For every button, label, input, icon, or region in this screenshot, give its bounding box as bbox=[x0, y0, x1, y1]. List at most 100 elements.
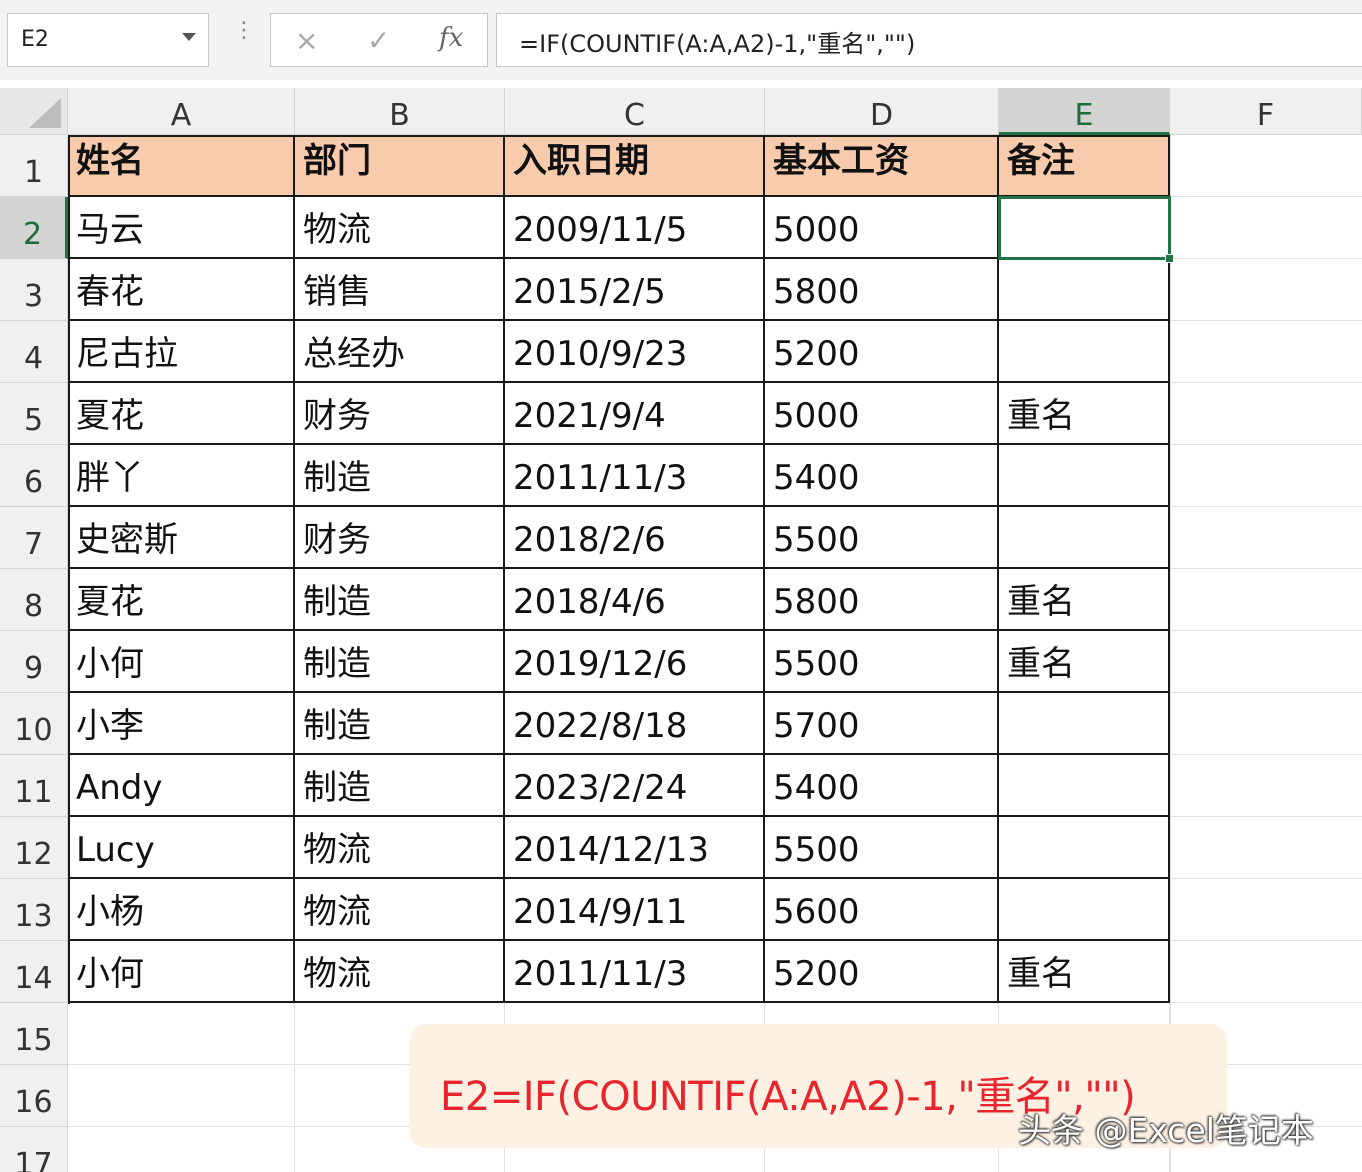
table-cell[interactable]: 制造 bbox=[295, 755, 505, 817]
row-header-17[interactable]: 17 bbox=[0, 1127, 68, 1172]
table-cell[interactable] bbox=[999, 693, 1170, 755]
table-cell[interactable]: 物流 bbox=[295, 817, 505, 879]
table-cell[interactable] bbox=[999, 445, 1170, 507]
table-cell[interactable]: 物流 bbox=[295, 197, 505, 259]
table-cell[interactable]: 史密斯 bbox=[68, 507, 295, 569]
table-cell[interactable]: 5000 bbox=[765, 383, 999, 445]
table-cell[interactable]: 2018/2/6 bbox=[505, 507, 765, 569]
name-box[interactable]: E2 bbox=[7, 13, 209, 67]
table-cell[interactable]: 小李 bbox=[68, 693, 295, 755]
table-cell[interactable]: 5500 bbox=[765, 507, 999, 569]
table-cell[interactable]: 制造 bbox=[295, 569, 505, 631]
table-cell[interactable]: 夏花 bbox=[68, 569, 295, 631]
table-cell[interactable]: 2009/11/5 bbox=[505, 197, 765, 259]
table-cell[interactable]: Andy bbox=[68, 755, 295, 817]
column-header-b[interactable]: B bbox=[295, 88, 505, 135]
table-cell[interactable]: 5700 bbox=[765, 693, 999, 755]
table-cell[interactable]: 财务 bbox=[295, 507, 505, 569]
table-cell[interactable]: 马云 bbox=[68, 197, 295, 259]
table-cell[interactable]: 胖丫 bbox=[68, 445, 295, 507]
insert-function-icon[interactable]: fx bbox=[439, 23, 463, 53]
row-header-6[interactable]: 6 bbox=[0, 445, 68, 507]
row-header-14[interactable]: 14 bbox=[0, 941, 68, 1003]
header-cell[interactable]: 姓名 bbox=[68, 135, 295, 197]
row-header-8[interactable]: 8 bbox=[0, 569, 68, 631]
table-cell[interactable]: 5000 bbox=[765, 197, 999, 259]
table-cell[interactable]: 5500 bbox=[765, 631, 999, 693]
table-cell[interactable]: 小何 bbox=[68, 631, 295, 693]
table-cell[interactable]: 制造 bbox=[295, 693, 505, 755]
column-header-e[interactable]: E bbox=[999, 88, 1170, 135]
table-cell[interactable]: 5800 bbox=[765, 569, 999, 631]
table-cell[interactable]: 5400 bbox=[765, 755, 999, 817]
column-header-d[interactable]: D bbox=[765, 88, 999, 135]
table-cell[interactable]: 制造 bbox=[295, 631, 505, 693]
row-header-16[interactable]: 16 bbox=[0, 1065, 68, 1127]
table-cell[interactable] bbox=[999, 817, 1170, 879]
table-cell[interactable]: 2014/12/13 bbox=[505, 817, 765, 879]
row-header-12[interactable]: 12 bbox=[0, 817, 68, 879]
row-header-2[interactable]: 2 bbox=[0, 197, 68, 259]
table-cell[interactable]: 夏花 bbox=[68, 383, 295, 445]
header-cell[interactable]: 基本工资 bbox=[765, 135, 999, 197]
formula-input[interactable]: =IF(COUNTIF(A:A,A2)-1,"重名","") bbox=[496, 13, 1362, 67]
row-header-3[interactable]: 3 bbox=[0, 259, 68, 321]
vertical-dots-icon[interactable]: ⋮ bbox=[233, 20, 255, 42]
column-header-f[interactable]: F bbox=[1170, 88, 1362, 135]
table-cell[interactable]: 2010/9/23 bbox=[505, 321, 765, 383]
table-cell[interactable]: 2019/12/6 bbox=[505, 631, 765, 693]
table-cell[interactable] bbox=[999, 197, 1170, 259]
table-cell[interactable]: 重名 bbox=[999, 383, 1170, 445]
table-cell[interactable] bbox=[999, 259, 1170, 321]
table-cell[interactable]: 2011/11/3 bbox=[505, 941, 765, 1003]
row-header-7[interactable]: 7 bbox=[0, 507, 68, 569]
column-header-a[interactable]: A bbox=[68, 88, 295, 135]
chevron-down-icon[interactable] bbox=[182, 33, 196, 41]
table-cell[interactable] bbox=[999, 321, 1170, 383]
table-cell[interactable]: 5200 bbox=[765, 321, 999, 383]
table-cell[interactable]: 2011/11/3 bbox=[505, 445, 765, 507]
table-cell[interactable]: 物流 bbox=[295, 941, 505, 1003]
column-header-c[interactable]: C bbox=[505, 88, 765, 135]
table-cell[interactable]: 2014/9/11 bbox=[505, 879, 765, 941]
header-cell[interactable]: 部门 bbox=[295, 135, 505, 197]
table-cell[interactable]: 销售 bbox=[295, 259, 505, 321]
select-all-button[interactable] bbox=[0, 88, 68, 135]
table-cell[interactable]: 5500 bbox=[765, 817, 999, 879]
row-header-11[interactable]: 11 bbox=[0, 755, 68, 817]
table-cell[interactable]: 2018/4/6 bbox=[505, 569, 765, 631]
table-cell[interactable]: 财务 bbox=[295, 383, 505, 445]
table-cell[interactable]: 2023/2/24 bbox=[505, 755, 765, 817]
row-header-5[interactable]: 5 bbox=[0, 383, 68, 445]
check-icon[interactable]: ✓ bbox=[367, 24, 390, 57]
table-cell[interactable]: 重名 bbox=[999, 631, 1170, 693]
table-cell[interactable]: 制造 bbox=[295, 445, 505, 507]
table-cell[interactable]: 5600 bbox=[765, 879, 999, 941]
table-cell[interactable]: 小杨 bbox=[68, 879, 295, 941]
table-cell[interactable]: 5800 bbox=[765, 259, 999, 321]
fill-handle[interactable] bbox=[1165, 254, 1174, 263]
header-cell[interactable]: 入职日期 bbox=[505, 135, 765, 197]
header-cell[interactable]: 备注 bbox=[999, 135, 1170, 197]
table-cell[interactable] bbox=[999, 755, 1170, 817]
row-header-1[interactable]: 1 bbox=[0, 135, 68, 197]
row-header-13[interactable]: 13 bbox=[0, 879, 68, 941]
table-cell[interactable]: 物流 bbox=[295, 879, 505, 941]
row-header-9[interactable]: 9 bbox=[0, 631, 68, 693]
row-header-10[interactable]: 10 bbox=[0, 693, 68, 755]
table-cell[interactable]: 5200 bbox=[765, 941, 999, 1003]
table-cell[interactable] bbox=[999, 507, 1170, 569]
table-cell[interactable]: 2022/8/18 bbox=[505, 693, 765, 755]
cancel-icon[interactable]: × bbox=[295, 24, 318, 57]
row-header-4[interactable]: 4 bbox=[0, 321, 68, 383]
table-cell[interactable] bbox=[999, 879, 1170, 941]
table-cell[interactable]: 重名 bbox=[999, 941, 1170, 1003]
table-cell[interactable]: 小何 bbox=[68, 941, 295, 1003]
table-cell[interactable]: 5400 bbox=[765, 445, 999, 507]
table-cell[interactable]: 尼古拉 bbox=[68, 321, 295, 383]
table-cell[interactable]: 2021/9/4 bbox=[505, 383, 765, 445]
table-cell[interactable]: 总经办 bbox=[295, 321, 505, 383]
table-cell[interactable]: Lucy bbox=[68, 817, 295, 879]
table-cell[interactable]: 重名 bbox=[999, 569, 1170, 631]
row-header-15[interactable]: 15 bbox=[0, 1003, 68, 1065]
